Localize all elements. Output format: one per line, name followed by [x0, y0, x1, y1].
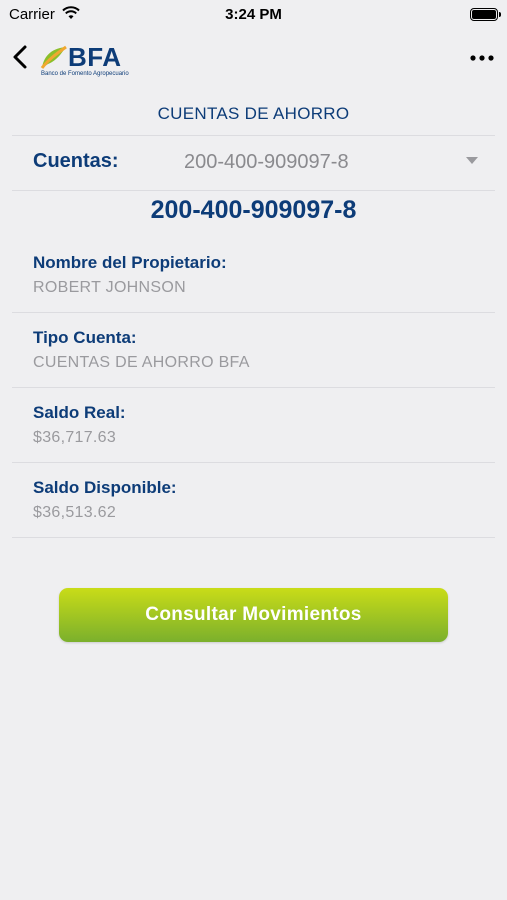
account-selector-label: Cuentas: — [33, 150, 119, 172]
consult-movements-button[interactable]: Consultar Movimientos — [59, 588, 448, 642]
battery-icon — [470, 8, 501, 21]
chevron-left-icon[interactable] — [8, 40, 32, 74]
field-value: CUENTAS DE AHORRO BFA — [33, 354, 250, 371]
field-label: Saldo Disponible: — [33, 478, 177, 497]
divider — [12, 312, 495, 313]
caret-down-icon[interactable] — [466, 157, 478, 164]
more-horizontal-icon[interactable] — [469, 54, 495, 62]
field-label: Nombre del Propietario: — [33, 253, 227, 272]
divider — [12, 387, 495, 388]
page-title: CUENTAS DE AHORRO — [157, 104, 350, 123]
divider — [12, 190, 495, 191]
field-label: Saldo Real: — [33, 403, 126, 422]
field-value: $36,513.62 — [33, 504, 117, 521]
account-number-heading: 200-400-909097-8 — [150, 196, 357, 224]
field-label: Tipo Cuenta: — [33, 328, 137, 347]
logo-subtitle: Banco de Fomento Agropecuario — [41, 71, 129, 77]
status-bar: Carrier 3:24 PM — [0, 0, 507, 28]
divider — [12, 135, 495, 136]
navigation-bar: BFA Banco de Fomento Agropecuario — [0, 36, 507, 82]
bfa-logo: BFA Banco de Fomento Agropecuario — [40, 42, 130, 82]
account-selector-value[interactable]: 200-400-909097-8 — [184, 151, 349, 174]
field-value: $36,717.63 — [33, 429, 117, 446]
status-time: 3:24 PM — [225, 6, 282, 23]
divider — [12, 462, 495, 463]
logo-wordmark: BFA — [68, 42, 122, 72]
leaf-logo-icon — [40, 45, 67, 69]
divider — [12, 537, 495, 538]
field-value: ROBERT JOHNSON — [33, 279, 186, 296]
